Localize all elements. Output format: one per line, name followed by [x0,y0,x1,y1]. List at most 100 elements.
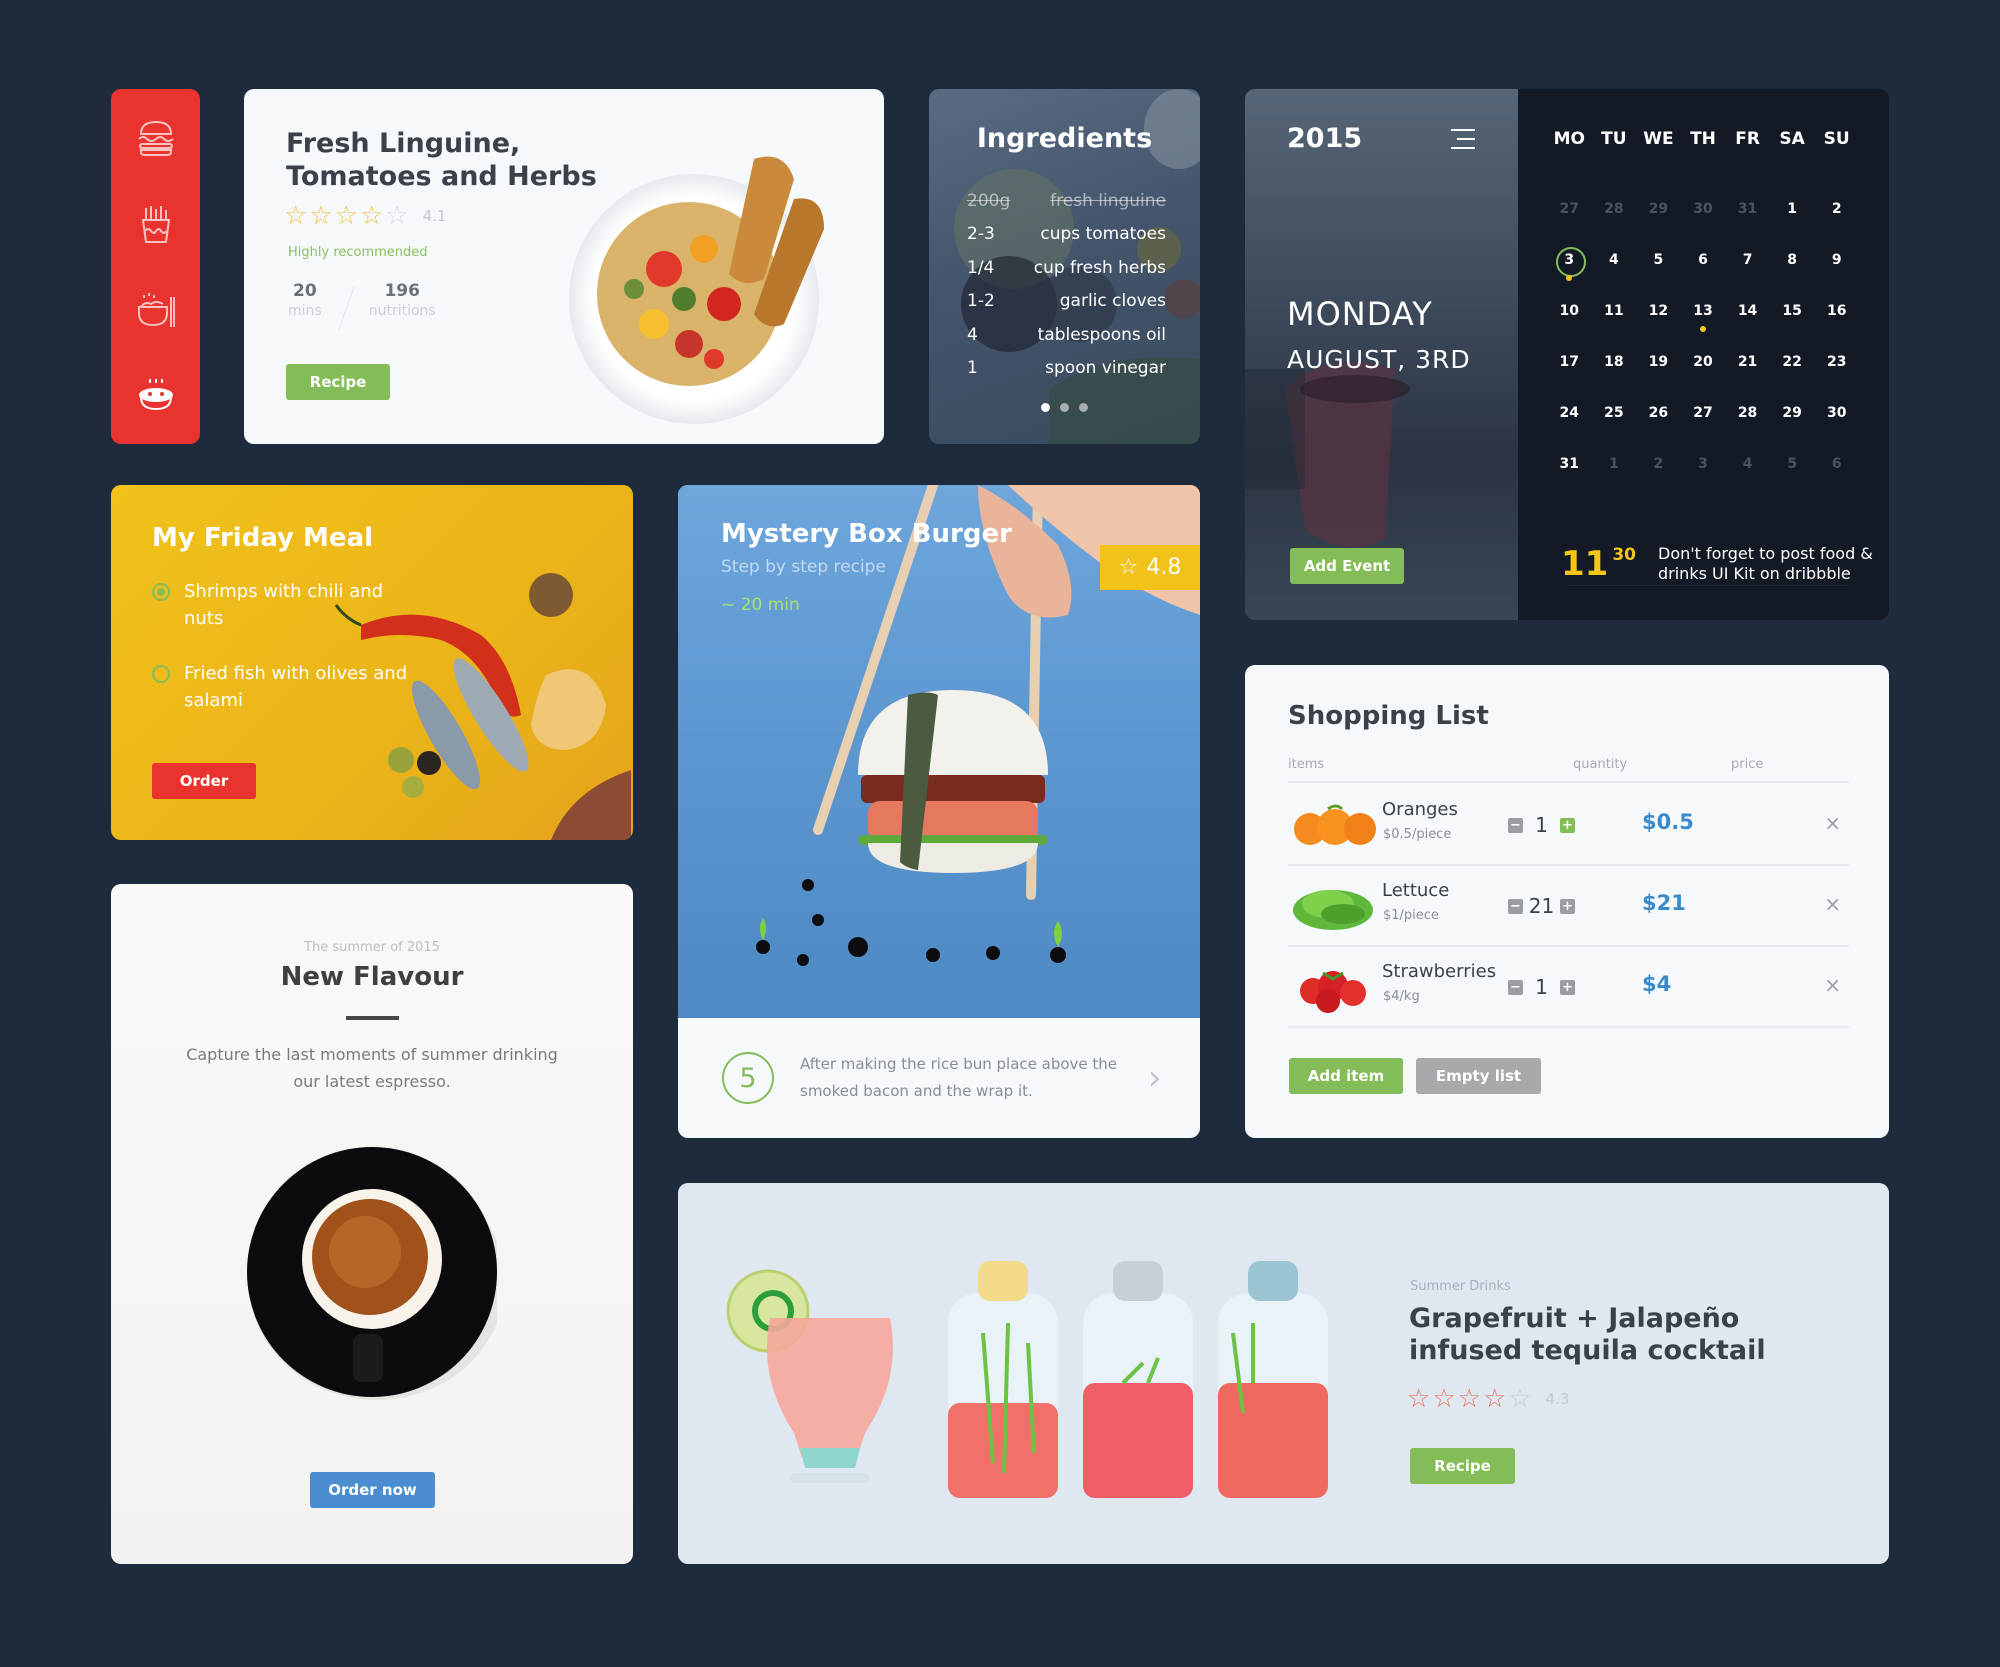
radio-selected-icon[interactable] [152,583,170,601]
minus-icon[interactable]: − [1508,898,1523,914]
calendar-day[interactable]: 5 [1770,447,1815,481]
product-unit-price: $1/piece [1383,908,1439,923]
calendar-day[interactable]: 6 [1681,243,1726,277]
ingredient-qty: 200g [967,190,1011,211]
ingredient-qty: 2-3 [967,224,995,245]
calendar-day[interactable]: 31 [1547,447,1592,481]
star-empty-icon[interactable]: ☆ [385,203,408,229]
calendar-day[interactable]: 22 [1770,345,1815,379]
calendar-week: 24 25 26 27 28 29 30 [1547,387,1859,438]
sidebar-item-burgers[interactable] [126,108,186,168]
calendar-day[interactable]: 18 [1592,345,1637,379]
chevron-right-icon[interactable]: › [1148,1061,1162,1095]
star-filled-icon[interactable]: ☆ [284,203,307,229]
calendar-day[interactable]: 27 [1681,396,1726,430]
order-button[interactable]: Order [152,763,256,799]
close-icon[interactable]: × [1824,892,1841,916]
rating-stars: ☆ ☆ ☆ ☆ ☆ 4.1 [284,203,446,229]
menu-icon[interactable] [1451,129,1475,149]
calendar-day[interactable]: 8 [1770,243,1815,277]
calendar-day[interactable]: 31 [1725,192,1770,226]
calendar-day[interactable]: 2 [1814,192,1859,226]
minus-icon[interactable]: − [1508,979,1523,995]
ingredient-item[interactable]: 1 spoon vinegar [967,352,1166,386]
pagination-dot[interactable] [1041,403,1050,412]
calendar-day[interactable]: 4 [1725,447,1770,481]
calendar-day[interactable]: 15 [1770,294,1815,328]
star-empty-icon[interactable]: ☆ [1508,1386,1531,1412]
ingredient-item[interactable]: 2-3 cups tomatoes [967,218,1166,252]
order-now-button[interactable]: Order now [310,1472,435,1508]
calendar-day[interactable]: 29 [1770,396,1815,430]
calendar-day[interactable]: 14 [1725,294,1770,328]
star-filled-icon[interactable]: ☆ [1432,1386,1455,1412]
calendar-day[interactable]: 3 [1681,447,1726,481]
calendar-day[interactable]: 29 [1636,192,1681,226]
calendar-day[interactable]: 7 [1725,243,1770,277]
calendar-day[interactable]: 26 [1636,396,1681,430]
sidebar-item-hot-dishes[interactable] [126,365,186,425]
weekday-label: TU [1601,129,1627,149]
calendar-day[interactable]: 17 [1547,345,1592,379]
minus-icon[interactable]: − [1508,817,1523,833]
calendar-day[interactable]: 6 [1814,447,1859,481]
calendar-day[interactable]: 23 [1814,345,1859,379]
calendar-day[interactable]: 27 [1547,192,1592,226]
meal-option[interactable]: Shrimps with chili and nuts [152,578,412,632]
calendar-day[interactable]: 9 [1814,243,1859,277]
close-icon[interactable]: × [1824,811,1841,835]
calendar-day[interactable]: 13 [1681,294,1726,332]
calendar-day[interactable]: 11 [1592,294,1637,328]
product-price: $4 [1642,972,1672,996]
calendar-day[interactable]: 21 [1725,345,1770,379]
calendar-day[interactable]: 30 [1814,396,1859,430]
ingredient-item[interactable]: 1-2 garlic cloves [967,285,1166,319]
selected-date: AUGUST, 3RD [1287,345,1471,374]
sidebar-item-fries[interactable] [126,194,186,254]
calendar-day[interactable]: 2 [1636,447,1681,481]
star-filled-icon[interactable]: ☆ [360,203,383,229]
plus-icon[interactable]: + [1560,817,1575,833]
calendar-day[interactable]: 20 [1681,345,1726,379]
add-item-button[interactable]: Add item [1289,1058,1403,1094]
calendar-day[interactable]: 10 [1547,294,1592,328]
oranges-image [1294,804,1376,845]
radio-unselected-icon[interactable] [152,665,170,683]
calendar-day[interactable]: 30 [1681,192,1726,226]
meal-option[interactable]: Fried fish with olives and salami [152,660,412,714]
pagination-dot[interactable] [1060,403,1069,412]
star-filled-icon[interactable]: ☆ [1483,1386,1506,1412]
pagination-dot[interactable] [1079,403,1088,412]
recipe-button[interactable]: Recipe [286,364,390,400]
calendar-day[interactable]: 19 [1636,345,1681,379]
recipe-card: Fresh Linguine, Tomatoes and Herbs ☆ ☆ ☆ ☆ ☆… [244,89,884,444]
add-event-button[interactable]: Add Event [1290,548,1404,584]
calendar-week: 3456789 [1547,234,1859,285]
star-filled-icon[interactable]: ☆ [309,203,332,229]
calendar-day[interactable]: 12 [1636,294,1681,328]
sidebar-item-noodles[interactable] [126,279,186,339]
calendar-day[interactable]: 25 [1592,396,1637,430]
cocktail-bottles-image [726,1261,1328,1498]
star-filled-icon[interactable]: ☆ [1458,1386,1481,1412]
ingredient-item[interactable]: 1/4 cup fresh herbs [967,251,1166,285]
calendar-day[interactable]: 28 [1725,396,1770,430]
calendar-day[interactable]: 5 [1636,243,1681,277]
calendar-day[interactable]: 28 [1592,192,1637,226]
calendar-day[interactable]: 24 [1547,396,1592,430]
ingredient-item[interactable]: 4 tablespoons oil [967,318,1166,352]
empty-list-button[interactable]: Empty list [1416,1058,1541,1094]
calendar-day[interactable]: 1 [1770,192,1815,226]
calendar-day[interactable]: 16 [1814,294,1859,328]
close-icon[interactable]: × [1824,973,1841,997]
rating-value: 4.8 [1146,555,1182,580]
calendar-day[interactable]: 1 [1592,447,1637,481]
star-filled-icon[interactable]: ☆ [335,203,358,229]
calendar-day-today[interactable]: 3 [1547,243,1592,281]
recipe-button[interactable]: Recipe [1410,1448,1515,1484]
star-filled-icon[interactable]: ☆ [1407,1386,1430,1412]
calendar-day[interactable]: 4 [1592,243,1637,277]
plus-icon[interactable]: + [1560,898,1575,914]
plus-icon[interactable]: + [1560,979,1575,995]
ingredient-item[interactable]: 200g fresh linguine [967,184,1166,218]
